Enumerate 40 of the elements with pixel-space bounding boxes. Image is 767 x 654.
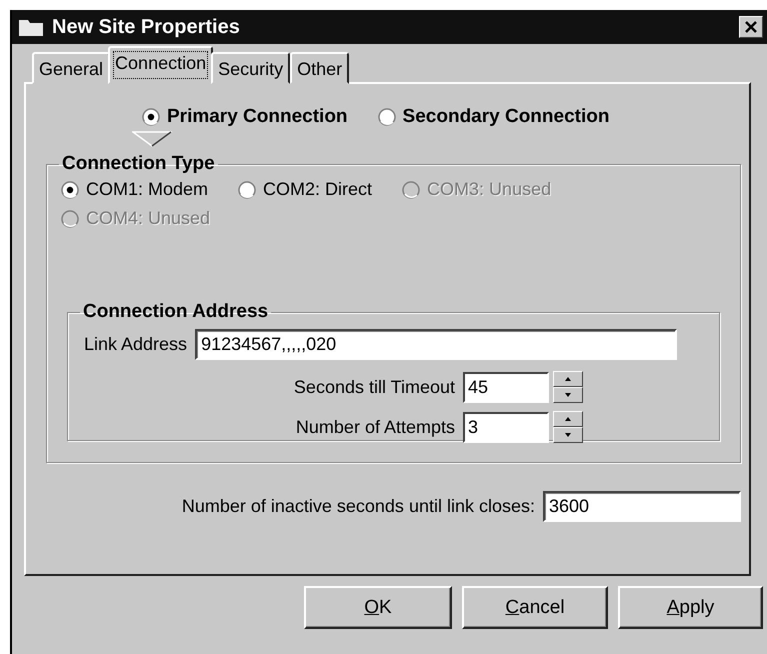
up-arrow-icon <box>563 416 573 422</box>
spin-up-button[interactable] <box>553 411 583 427</box>
radio-button[interactable] <box>142 108 160 126</box>
close-button[interactable] <box>739 16 763 38</box>
number-field[interactable]: 45 <box>463 372 549 402</box>
input-field[interactable]: 91234567,,,,,020 <box>195 329 678 360</box>
spin-down-button[interactable] <box>553 387 583 403</box>
spin-up-button[interactable] <box>553 371 583 387</box>
dialog-button[interactable]: OK <box>304 586 452 629</box>
close-icon <box>745 21 757 33</box>
dialog-button[interactable]: Cancel <box>462 586 608 629</box>
radio-button[interactable] <box>61 180 79 198</box>
radio-button[interactable] <box>238 180 256 198</box>
group-title: Connection Type <box>61 153 216 175</box>
tab[interactable]: Security <box>211 52 290 84</box>
radio-label: Primary Connection <box>167 106 348 128</box>
field-label: Number of inactive seconds until link closes: <box>182 496 535 517</box>
radio-label: COM4: Unused <box>86 208 210 229</box>
field-label: Seconds till Timeout <box>294 376 455 398</box>
folder-icon <box>18 17 44 37</box>
radio-label: COM2: Direct <box>263 179 372 200</box>
spin-down-button[interactable] <box>553 427 583 443</box>
field-label: Link Address <box>84 334 188 355</box>
radio-button[interactable] <box>378 108 396 126</box>
group-title: Connection Address <box>82 301 270 323</box>
tab[interactable]: General <box>32 52 110 84</box>
down-arrow-icon <box>563 432 573 438</box>
radio-label: Secondary Connection <box>402 106 610 128</box>
number-field[interactable]: 3 <box>463 412 549 442</box>
window-title: New Site Properties <box>52 16 241 38</box>
radio-label: COM1: Modem <box>86 179 208 200</box>
up-arrow-icon <box>563 376 573 382</box>
tab[interactable]: Other <box>290 52 350 84</box>
radio-label: COM3: Unused <box>427 179 552 200</box>
down-arrow-icon <box>563 392 573 398</box>
tab[interactable]: Connection <box>108 46 214 84</box>
pointer-triangle-icon <box>132 131 172 147</box>
dialog-button[interactable]: Apply <box>618 586 763 629</box>
input-field[interactable]: 3600 <box>543 491 741 522</box>
field-label: Number of Attempts <box>296 416 455 438</box>
